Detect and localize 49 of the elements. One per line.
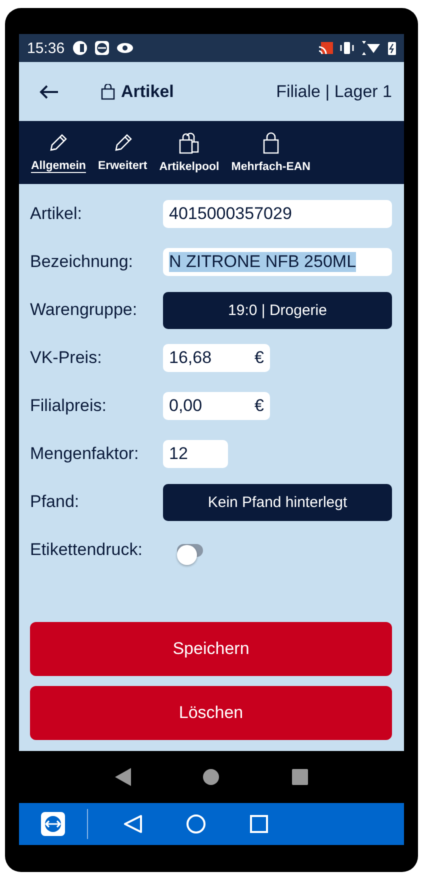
home-icon [203,769,220,785]
shopping-bags-icon [178,132,200,154]
select-button[interactable]: 19:0 | Drogerie [163,292,392,328]
field-label: Filialpreis: [30,396,108,416]
price-field[interactable]: 16,68 € [163,344,270,372]
number-field[interactable]: 12 [163,440,228,468]
location-label: Filiale | Lager 1 [276,82,392,102]
pencil-icon [112,133,133,153]
bag-icon [262,132,280,154]
page-title: Artikel [121,82,174,102]
back-icon [115,768,132,786]
back-icon [124,815,142,833]
home-icon [186,814,206,834]
recents-icon [292,769,308,785]
vibrate-icon [340,42,354,54]
eye-icon [116,42,133,54]
status-time: 15:36 [27,40,65,56]
tab[interactable]: Mehrfach-EAN [227,121,314,184]
app-icon [72,41,87,55]
cast-icon [319,42,333,54]
wifi-icon [361,41,381,55]
field-label: Artikel: [30,204,83,224]
back-arrow-icon [39,84,59,100]
price-field[interactable]: 0,00 € [163,392,270,420]
field-label: Bezeichnung: [30,252,134,272]
tab[interactable]: Erweitert [94,121,152,184]
selected-text: N ZITRONE NFB 250ML [169,252,356,272]
price-value: 0,00 [169,396,202,416]
battery-icon [388,42,396,54]
remote-icon [94,41,109,55]
price-value: 16,68 [169,348,212,368]
recents-icon [250,815,268,833]
field-label: Pfand: [30,492,80,512]
field-label: Etikettendruck: [30,540,144,560]
text-field[interactable]: N ZITRONE NFB 250ML [163,248,392,276]
remote-icon [41,812,65,836]
field-label: VK-Preis: [30,348,103,368]
tab[interactable]: Allgemein [27,121,90,184]
field-label: Warengruppe: [30,300,138,320]
currency-symbol: € [254,348,264,368]
text-field[interactable]: 4015000357029 [163,200,392,228]
pencil-icon [48,133,68,153]
bag-icon [101,84,115,100]
tab[interactable]: Artikelpool [155,121,224,184]
currency-symbol: € [254,396,264,416]
field-label: Mengenfaktor: [30,444,140,464]
action-button[interactable]: Speichern [30,622,392,676]
select-button[interactable]: Kein Pfand hinterlegt [163,484,392,520]
action-button[interactable]: Löschen [30,686,392,740]
